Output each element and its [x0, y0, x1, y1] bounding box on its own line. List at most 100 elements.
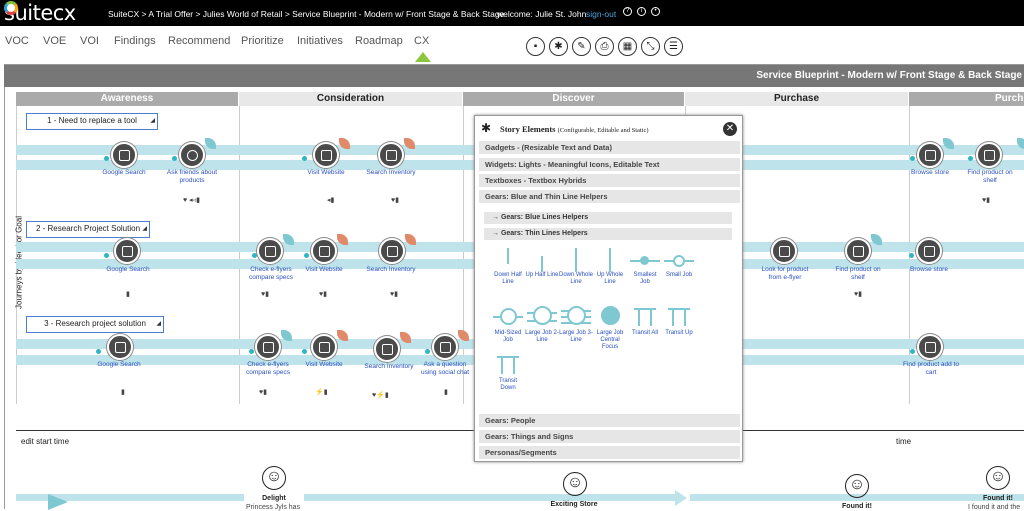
website-icon[interactable]: [313, 142, 339, 168]
step-label[interactable]: Visit Website: [300, 169, 352, 177]
step-label[interactable]: Search Inventory: [362, 266, 420, 274]
nav-cx[interactable]: CX: [414, 35, 429, 47]
step-label[interactable]: Google Search: [100, 266, 156, 274]
step-label[interactable]: Find product on shelf: [962, 169, 1018, 185]
journey-name-box[interactable]: 3 - Research project solution ◢: [26, 316, 164, 333]
nav-findings[interactable]: Findings: [114, 35, 156, 47]
info-icon[interactable]: i: [637, 7, 646, 16]
inventory-icon[interactable]: [378, 142, 404, 168]
store-icon[interactable]: [917, 142, 943, 168]
step-label[interactable]: Check e-flyers compare specs: [243, 266, 299, 282]
stage-consideration[interactable]: Consideration: [239, 92, 462, 106]
step-label[interactable]: Ask friends about products: [163, 169, 221, 185]
stage-discover[interactable]: Discover: [463, 92, 684, 106]
section-textboxes[interactable]: Textboxes - Textbox Hybrids: [479, 174, 740, 187]
nav-roadmap[interactable]: Roadmap: [355, 35, 403, 47]
shelf-icon[interactable]: [976, 142, 1002, 168]
step-label[interactable]: Find product on shelf: [830, 266, 886, 282]
print-icon[interactable]: ⎙: [595, 37, 614, 56]
nav-voe[interactable]: VOE: [43, 35, 66, 47]
resize-grip-icon[interactable]: ◢: [156, 317, 161, 331]
sign-out-link[interactable]: sign-out: [586, 9, 616, 19]
smiley-icon[interactable]: ☺: [262, 466, 286, 490]
step-label[interactable]: Visit Website: [298, 266, 350, 274]
step-label[interactable]: Search Inventory: [360, 363, 418, 371]
eflyer-icon[interactable]: [257, 238, 283, 264]
tile-mid-sized-job[interactable]: Mid-Sized Job: [491, 304, 525, 344]
database-icon[interactable]: ☰: [664, 37, 683, 56]
tile-transit-up[interactable]: Transit Up: [662, 304, 696, 337]
step-label[interactable]: Visit Website: [298, 361, 350, 369]
step-label[interactable]: Google Search: [96, 169, 152, 177]
eflyer-icon[interactable]: [771, 238, 797, 264]
tile-transit-all[interactable]: Transit All: [628, 304, 662, 337]
smiley-icon[interactable]: ☺: [563, 472, 587, 496]
step-label[interactable]: Look for product from e-flyer: [757, 266, 813, 282]
suitecx-logo[interactable]: suitecx: [4, 1, 76, 25]
tile-transit-down[interactable]: Transit Down: [491, 352, 525, 392]
tile-up-whole-line[interactable]: Up Whole Line: [593, 246, 627, 286]
eflyer-icon[interactable]: [255, 334, 281, 360]
tile-large-job-3-line[interactable]: Large Job 3-Line: [559, 304, 593, 344]
resize-grip-icon[interactable]: ◢: [150, 114, 155, 128]
google-search-icon[interactable]: [114, 238, 140, 264]
resize-grip-icon[interactable]: ◢: [142, 222, 147, 236]
play-icon[interactable]: [48, 494, 68, 510]
google-search-icon[interactable]: [111, 142, 137, 168]
nav-prioritize[interactable]: Prioritize: [241, 35, 284, 47]
section-gadgets[interactable]: Gadgets - (Resizable Text and Data): [479, 141, 740, 154]
edit-icon[interactable]: ✎: [572, 37, 591, 56]
store-icon[interactable]: [916, 238, 942, 264]
section-personas[interactable]: Personas/Segments: [479, 446, 740, 459]
nav-voi[interactable]: VOI: [80, 35, 99, 47]
tile-down-half-line[interactable]: Down Half Line: [491, 246, 525, 286]
tile-smallest-job[interactable]: Smallest Job: [628, 246, 662, 286]
nav-recommend[interactable]: Recommend: [168, 35, 230, 47]
website-icon[interactable]: [311, 238, 337, 264]
tile-small-job[interactable]: Small Job: [662, 246, 696, 279]
shelf-icon[interactable]: [845, 238, 871, 264]
inventory-icon[interactable]: [379, 238, 405, 264]
step-label[interactable]: Find product add to cart: [903, 361, 959, 377]
person-icon[interactable]: [179, 142, 205, 168]
website-icon[interactable]: [311, 334, 337, 360]
cart-icon[interactable]: [917, 334, 943, 360]
section-widgets[interactable]: Widgets: Lights - Meaningful Icons, Edit…: [479, 158, 740, 171]
note-icon[interactable]: ▪: [526, 37, 545, 56]
stage-purchase-2[interactable]: Purch: [909, 92, 1024, 106]
sub-blue-lines[interactable]: → Gears: Blue Lines Helpers: [484, 212, 732, 224]
chat-icon[interactable]: [432, 334, 458, 360]
section-gears-lines[interactable]: Gears: Blue and Thin Line Helpers: [479, 190, 740, 203]
breadcrumb[interactable]: SuiteCX > A Trial Offer > Julies World o…: [108, 9, 504, 19]
step-label[interactable]: Google Search: [91, 361, 147, 369]
sub-thin-lines[interactable]: → Gears: Thin Lines Helpers: [484, 228, 732, 240]
nav-initiatives[interactable]: Initiatives: [297, 35, 343, 47]
map-icon[interactable]: ▦: [618, 37, 637, 56]
journey-name-box[interactable]: 2 - Research Project Solution ◢: [26, 221, 150, 238]
asterisk-icon[interactable]: ✱: [549, 37, 568, 56]
step-label[interactable]: Browse store: [904, 169, 956, 177]
smiley-icon[interactable]: ☺: [986, 466, 1010, 490]
tile-down-whole-line[interactable]: Down Whole Line: [559, 246, 593, 286]
step-label[interactable]: Check e-flyers compare specs: [240, 361, 296, 377]
nav-voc[interactable]: VOC: [5, 35, 29, 47]
stage-awareness[interactable]: Awareness: [16, 92, 238, 106]
journey-name-box[interactable]: 1 - Need to replace a tool ◢: [26, 113, 158, 130]
google-search-icon[interactable]: [107, 334, 133, 360]
tile-large-job-central-focus[interactable]: Large Job Central Focus: [593, 304, 627, 351]
tile-up-half-line[interactable]: Up Half Line: [525, 246, 559, 279]
inventory-icon[interactable]: [374, 336, 400, 362]
stage-purchase[interactable]: Purchase: [685, 92, 908, 106]
help-icon[interactable]: ?: [623, 7, 632, 16]
step-label[interactable]: Search Inventory: [362, 169, 420, 177]
close-icon[interactable]: ✕: [723, 122, 737, 136]
smiley-icon[interactable]: ☺: [845, 474, 869, 498]
resize-icon[interactable]: ⤡: [641, 37, 660, 56]
settings-icon[interactable]: •: [651, 7, 660, 16]
tile-large-job-2-line[interactable]: Large Job 2-Line: [525, 304, 559, 344]
section-gears-people[interactable]: Gears: People: [479, 414, 740, 427]
edit-start-time-link[interactable]: edit start time: [21, 437, 69, 446]
step-label[interactable]: Ask a question using social chat: [419, 361, 471, 377]
section-gears-things[interactable]: Gears: Things and Signs: [479, 430, 740, 443]
step-label[interactable]: Browse store: [903, 266, 955, 274]
